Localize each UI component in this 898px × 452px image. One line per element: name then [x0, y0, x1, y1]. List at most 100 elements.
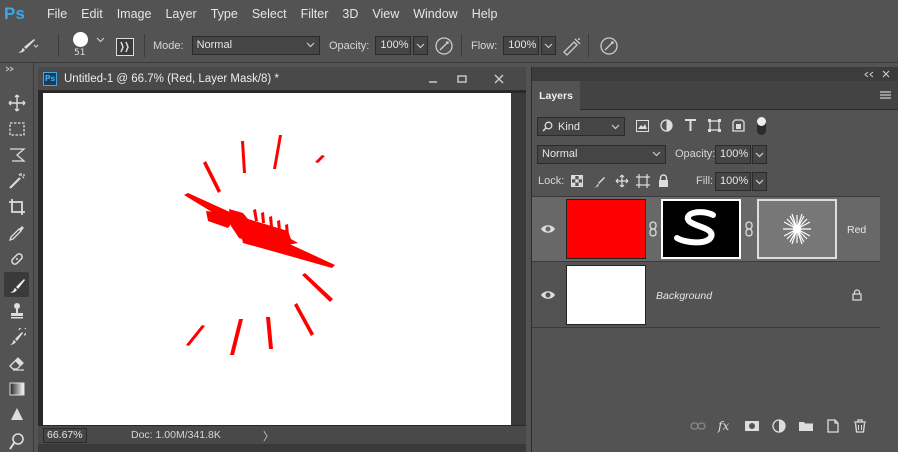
lock-position-icon[interactable] [615, 174, 629, 188]
tool-stamp[interactable] [4, 298, 29, 323]
filter-kind-label: Kind [558, 120, 581, 133]
filter-pixel-icon[interactable] [636, 120, 649, 132]
tool-magic-wand[interactable] [4, 168, 29, 193]
horizontal-scrollbar[interactable] [38, 444, 526, 452]
chevron-down-icon [544, 43, 553, 48]
layer-list: Red Background [532, 196, 898, 396]
menu-window[interactable]: Window [406, 7, 464, 21]
close-icon [494, 74, 504, 83]
fill-input[interactable]: 100% [715, 172, 751, 191]
layer-row-background[interactable]: Background [532, 263, 880, 328]
vector-mask-thumbnail[interactable] [757, 199, 837, 259]
opacity-input[interactable]: 100% [375, 36, 412, 55]
tool-blur[interactable] [4, 402, 29, 427]
tool-eraser[interactable] [4, 350, 29, 375]
flow-input[interactable]: 100% [503, 36, 540, 55]
minimize-button[interactable] [418, 69, 448, 88]
close-button[interactable] [484, 69, 514, 88]
separator [58, 34, 59, 57]
tool-marquee[interactable] [4, 116, 29, 141]
layer-name[interactable]: Background [656, 290, 712, 302]
fill-dropdown[interactable] [752, 172, 767, 191]
pressure-size-toggle[interactable] [599, 35, 619, 56]
eyedropper-icon [8, 225, 24, 241]
add-mask-icon[interactable] [744, 418, 760, 434]
filter-toggle-switch[interactable] [757, 117, 766, 135]
tool-preset-picker[interactable] [14, 35, 40, 56]
tool-crop[interactable] [4, 194, 29, 219]
maximize-button[interactable] [447, 69, 477, 88]
panel-scrollbar[interactable] [880, 196, 898, 326]
panel-menu-icon[interactable] [880, 91, 891, 99]
tool-healing[interactable] [4, 246, 29, 271]
menu-edit[interactable]: Edit [74, 7, 110, 21]
blend-mode-select[interactable]: Normal [537, 145, 666, 164]
filter-type-icon[interactable] [684, 119, 697, 132]
document-title-bar[interactable]: Ps Untitled-1 @ 66.7% (Red, Layer Mask/8… [38, 67, 526, 91]
status-menu-button[interactable]: 〉 [263, 428, 274, 444]
link-icon[interactable] [744, 221, 754, 237]
zoom-field[interactable]: 66.67% [43, 427, 87, 443]
trash-icon[interactable] [852, 418, 868, 434]
collapse-arrows-icon[interactable] [4, 66, 18, 72]
layer-opacity-input[interactable]: 100% [715, 145, 751, 164]
layer-row-red[interactable]: Red [532, 197, 880, 262]
new-group-icon[interactable] [798, 418, 814, 434]
menu-select[interactable]: Select [245, 7, 294, 21]
lock-pixels-icon[interactable] [593, 175, 606, 188]
canvas[interactable] [43, 93, 511, 425]
visibility-eye-icon[interactable] [540, 287, 556, 303]
flow-dropdown[interactable] [541, 36, 557, 55]
layer-opacity-dropdown[interactable] [752, 145, 767, 164]
filter-shape-icon[interactable] [708, 119, 721, 132]
filter-kind-select[interactable]: Kind [537, 117, 625, 136]
filter-adjustment-icon[interactable] [660, 119, 673, 132]
pressure-opacity-toggle[interactable] [434, 35, 454, 56]
layer-name[interactable]: Red [847, 224, 866, 236]
pressure-opacity-icon [435, 36, 453, 55]
lock-artboard-icon[interactable] [636, 174, 650, 188]
tool-eyedropper[interactable] [4, 220, 29, 245]
tool-lasso[interactable] [4, 142, 29, 167]
vertical-scrollbar[interactable] [511, 93, 526, 425]
tool-history-brush[interactable] [4, 324, 29, 349]
layer-mask-thumbnail[interactable] [661, 199, 741, 259]
filter-smart-object-icon[interactable] [732, 119, 745, 132]
brush-preset-picker[interactable]: 51 [70, 30, 106, 60]
brush-panel-toggle[interactable] [116, 36, 134, 57]
menu-file[interactable]: File [40, 7, 74, 21]
close-panel-icon[interactable] [882, 70, 890, 78]
link-layers-icon[interactable] [690, 418, 706, 434]
airbrush-toggle[interactable] [561, 35, 583, 56]
menu-filter[interactable]: Filter [294, 7, 336, 21]
lock-all-icon[interactable] [658, 174, 669, 188]
lock-row: Lock: Fill: 100% [532, 171, 898, 193]
history-brush-icon [9, 327, 26, 345]
flow-label: Flow: [471, 39, 498, 52]
menu-view[interactable]: View [365, 7, 406, 21]
menu-help[interactable]: Help [465, 7, 505, 21]
adjustment-layer-icon[interactable] [771, 418, 787, 434]
gradient-icon [9, 382, 24, 395]
opacity-dropdown[interactable] [413, 36, 429, 55]
marquee-icon [8, 121, 25, 136]
visibility-eye-icon[interactable] [540, 221, 556, 237]
new-layer-icon[interactable] [825, 418, 841, 434]
brush-tip-icon [73, 32, 88, 47]
menu-image[interactable]: Image [110, 7, 159, 21]
tool-dodge[interactable] [4, 428, 29, 452]
link-icon[interactable] [648, 221, 658, 237]
menu-3d[interactable]: 3D [335, 7, 365, 21]
mode-select[interactable]: Normal [191, 36, 320, 55]
panel-tabs: Layers [532, 81, 898, 110]
collapse-panel-icon[interactable] [864, 71, 874, 78]
tab-layers[interactable]: Layers [532, 81, 580, 110]
menu-type[interactable]: Type [204, 7, 245, 21]
menu-layer[interactable]: Layer [158, 7, 203, 21]
tool-brush[interactable] [4, 272, 29, 297]
lock-transparent-icon[interactable] [571, 175, 583, 187]
tool-move[interactable] [4, 90, 29, 115]
fx-icon[interactable]: fx [717, 418, 733, 434]
panel-header-strip [532, 67, 898, 81]
tool-gradient[interactable] [4, 376, 29, 401]
